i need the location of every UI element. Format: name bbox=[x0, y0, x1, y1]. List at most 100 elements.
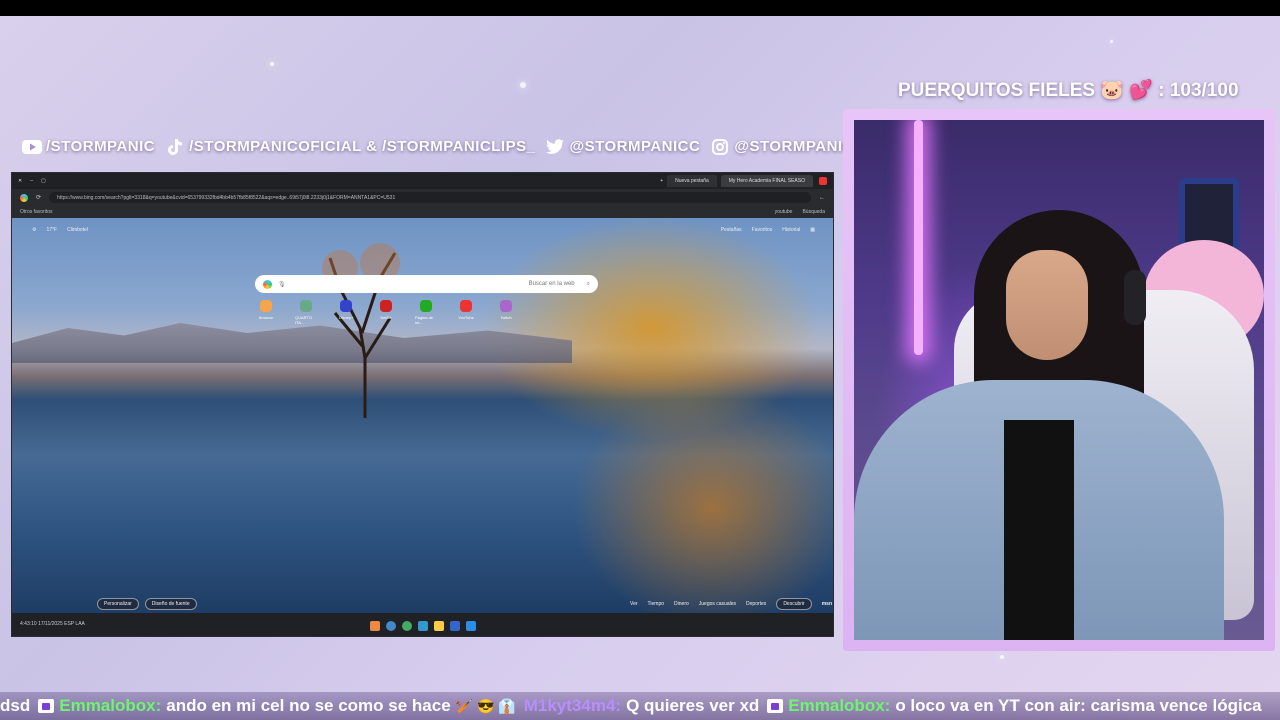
search-icon[interactable]: ⌕ bbox=[587, 281, 590, 288]
social-label: @STORMPANICC bbox=[569, 138, 701, 155]
quicklink-label: QUARTO ITA... bbox=[295, 315, 312, 325]
apps-grid-icon[interactable]: ▦ bbox=[810, 227, 815, 233]
new-tab-background: ⚙ 17°F Climbotel Pestañas Favoritos Hist… bbox=[12, 218, 833, 613]
streamer-shirt bbox=[1004, 420, 1074, 640]
social-youtube: /STORMPANIC bbox=[22, 138, 155, 155]
msn-item[interactable]: Deportes bbox=[746, 601, 766, 607]
top-black-bar bbox=[0, 0, 1280, 16]
chat-message: Emmalobox: o loco va en YT con air: cari… bbox=[767, 696, 1262, 716]
maximize-icon[interactable]: ▢ bbox=[41, 178, 46, 184]
pestanas-button[interactable]: Pestañas bbox=[721, 227, 742, 233]
settings-icon[interactable]: ⚙ bbox=[32, 227, 36, 233]
favorites-other[interactable]: Otros favoritos bbox=[20, 209, 53, 215]
msn-feed-bar: Personalizar Diseño de fuente Ver Tiempo… bbox=[97, 597, 832, 611]
browser-logo-icon bbox=[819, 177, 827, 185]
quicklink[interactable]: Página de ini... bbox=[415, 300, 437, 325]
social-instagram: @STORMPANIC bbox=[710, 138, 854, 155]
tray-language: ESP LAA bbox=[64, 621, 85, 627]
neon-light-strip bbox=[914, 120, 923, 355]
tab-my-hero-academia[interactable]: My Hero Academia FINAL SEASO bbox=[720, 175, 813, 187]
quicklink-label: Página de ini... bbox=[415, 315, 434, 325]
taskbar-app-icon[interactable] bbox=[401, 620, 412, 631]
weather-place: Climbotel bbox=[67, 227, 88, 233]
quicklink[interactable]: Netflix bbox=[375, 300, 397, 325]
quicklink[interactable]: Disney+ bbox=[335, 300, 357, 325]
favorites-busqueda[interactable]: Búsqueda bbox=[802, 209, 825, 215]
social-tiktok: /STORMPANICOFICIAL & /STORMPANICLIPS_ bbox=[165, 138, 535, 155]
minimize-icon[interactable]: – bbox=[30, 178, 33, 184]
font-design-button[interactable]: Diseño de fuente bbox=[144, 598, 197, 610]
browser-tab-bar: ✕ – ▢ + Nueva pestaña My Hero Academia F… bbox=[12, 173, 833, 189]
favoritos-button[interactable]: Favoritos bbox=[752, 227, 773, 233]
screen-capture: ✕ – ▢ + Nueva pestaña My Hero Academia F… bbox=[11, 172, 834, 637]
favorites-bar: Otros favoritos youtube Búsqueda bbox=[12, 206, 833, 218]
msn-item[interactable]: Dinero bbox=[674, 601, 689, 607]
sparkle-decoration bbox=[520, 82, 526, 88]
msn-logo: msn bbox=[821, 601, 832, 607]
twitch-icon bbox=[38, 699, 55, 713]
chat-text: dsd bbox=[0, 696, 31, 715]
back-icon[interactable]: ← bbox=[819, 195, 825, 201]
social-handles: /STORMPANIC /STORMPANICOFICIAL & /STORMP… bbox=[22, 138, 854, 155]
tray-time: 4:43:10 bbox=[20, 621, 37, 627]
lone-tree-image bbox=[322, 243, 400, 418]
tiktok-icon bbox=[165, 138, 185, 155]
social-label: /STORMPANIC bbox=[46, 138, 156, 155]
folder-icon[interactable] bbox=[433, 620, 444, 631]
msn-item[interactable]: Tiempo bbox=[648, 601, 665, 607]
tab-new-tab[interactable]: Nueva pestaña bbox=[667, 175, 717, 187]
quicklink-label: Twitch bbox=[500, 315, 512, 320]
quicklink-label: Amazon bbox=[258, 315, 274, 320]
new-tab-icon[interactable]: + bbox=[660, 178, 663, 184]
youtube-icon bbox=[22, 139, 42, 155]
new-tab-toolbar: ⚙ 17°F Climbotel Pestañas Favoritos Hist… bbox=[12, 223, 833, 237]
tab-label: My Hero Academia FINAL SEASO bbox=[728, 178, 805, 184]
url-field[interactable]: https://www.bing.com/search?pglt=3318&q=… bbox=[49, 192, 811, 203]
instagram-icon bbox=[710, 138, 730, 155]
chat-username: Emmalobox: bbox=[59, 696, 162, 715]
quicklink-label: Netflix bbox=[380, 315, 392, 320]
social-label: /STORMPANICOFICIAL & /STORMPANICLIPS_ bbox=[189, 138, 536, 155]
taskbar-app-icon[interactable] bbox=[417, 620, 428, 631]
copilot-icon[interactable] bbox=[263, 279, 272, 289]
quicklink[interactable]: QUARTO ITA... bbox=[295, 300, 317, 325]
headset bbox=[1124, 270, 1146, 325]
search-placeholder: Buscar en la web bbox=[528, 281, 575, 287]
quicklink[interactable]: YouTube bbox=[455, 300, 477, 325]
sparkle-decoration bbox=[1110, 40, 1113, 43]
quicklink-label: Disney+ bbox=[338, 315, 354, 320]
quicklink[interactable]: Twitch bbox=[495, 300, 517, 325]
close-icon[interactable]: ✕ bbox=[18, 178, 22, 184]
twitch-icon bbox=[767, 699, 784, 713]
quicklink-label: YouTube bbox=[458, 315, 474, 320]
historial-button[interactable]: Historial bbox=[782, 227, 800, 233]
taskbar-app-icon[interactable] bbox=[449, 620, 460, 631]
url-text: https://www.bing.com/search?pglt=3318&q=… bbox=[57, 194, 396, 201]
mic-icon[interactable]: 🎙 bbox=[278, 281, 286, 288]
tray-date: 17/11/2025 bbox=[38, 621, 63, 627]
chat-text: ando en mi cel no se como se hace bbox=[166, 696, 451, 715]
webcam-feed bbox=[854, 120, 1264, 640]
system-tray: 4:43:10 17/11/2025 ESP LAA bbox=[20, 621, 85, 627]
chat-message: dsd bbox=[0, 696, 30, 716]
webcam-frame bbox=[843, 109, 1275, 651]
chat-ticker: dsd Emmalobox: ando en mi cel no se como… bbox=[0, 692, 1280, 720]
twitter-icon bbox=[545, 139, 565, 155]
favorites-youtube[interactable]: youtube bbox=[775, 209, 793, 215]
chat-message: Emmalobox: ando en mi cel no se como se … bbox=[38, 696, 516, 716]
msn-item-active[interactable]: Descubrir bbox=[776, 598, 812, 610]
msn-item[interactable]: Ver bbox=[630, 601, 638, 607]
chat-message: M1kyt34m4: Q quieres ver xd bbox=[524, 696, 760, 716]
taskbar-app-icon[interactable] bbox=[369, 620, 380, 631]
windows-taskbar: 4:43:10 17/11/2025 ESP LAA bbox=[12, 613, 833, 636]
web-search-box[interactable]: 🎙 Buscar en la web ⌕ bbox=[255, 275, 598, 293]
windows-start-icon[interactable] bbox=[465, 620, 476, 631]
taskbar-app-icon[interactable] bbox=[385, 620, 396, 631]
personalize-button[interactable]: Personalizar bbox=[97, 598, 139, 610]
msn-item[interactable]: Juegos casuales bbox=[699, 601, 736, 607]
quicklink[interactable]: Amazon bbox=[255, 300, 277, 325]
tab-label: Nueva pestaña bbox=[675, 178, 709, 184]
chat-emoji: 🏏 😎 👔 bbox=[455, 697, 516, 714]
quick-links: Amazon QUARTO ITA... Disney+ Netflix Pág… bbox=[255, 300, 517, 325]
reload-icon[interactable]: ⟳ bbox=[36, 194, 41, 201]
